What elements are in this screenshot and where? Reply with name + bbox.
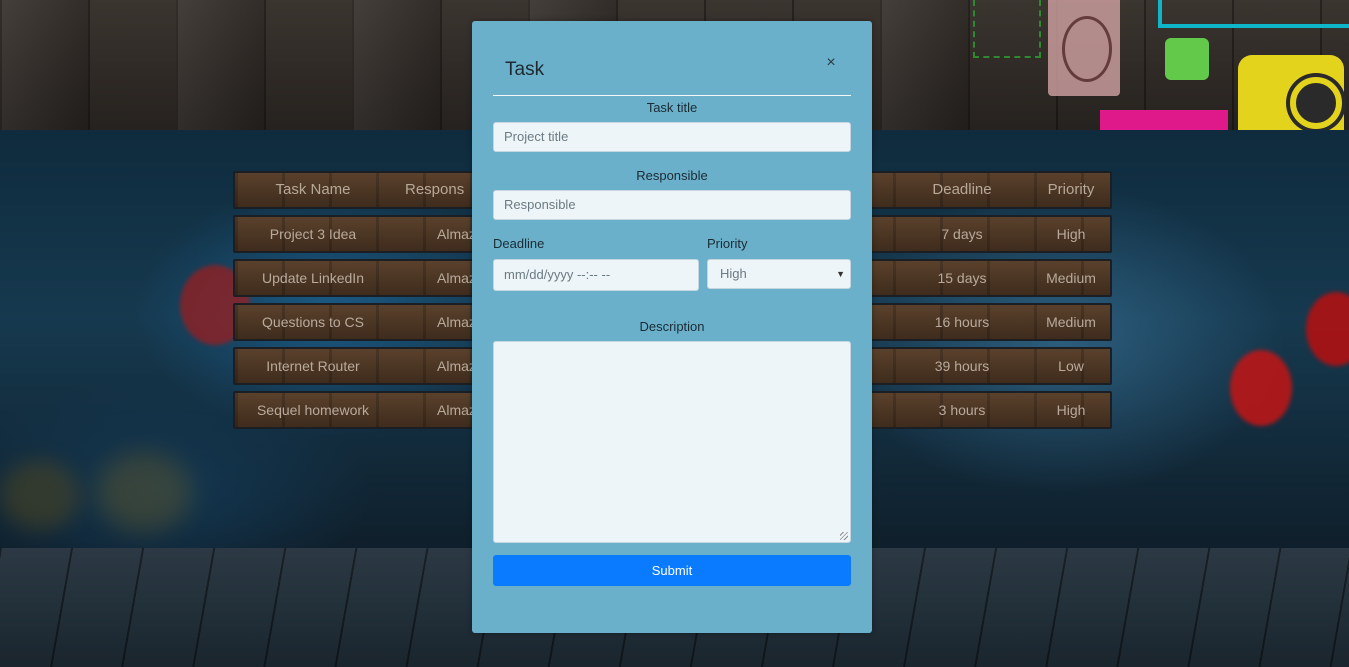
task-name-cell: Project 3 Idea [269,226,357,242]
chevron-down-icon: ▼ [836,269,845,279]
priority-cell: Low [1058,358,1084,374]
submit-button[interactable]: Submit [493,555,851,586]
close-icon[interactable]: × [824,55,838,71]
priority-select[interactable]: High ▼ [707,259,851,289]
resize-handle-icon[interactable] [840,532,848,540]
frame-decoration [973,0,1041,58]
priority-label: Priority [707,236,748,251]
deadline-cell: 16 hours [934,314,990,330]
header-divider [493,95,851,96]
task-name-cell: Questions to CS [262,314,364,330]
task-title-label: Task title [646,100,698,115]
description-textarea[interactable] [493,341,851,543]
task-title-input[interactable]: Project title [493,122,851,152]
task-name-cell: Sequel homework [256,402,370,418]
priority-selected-value: High [720,266,747,281]
deadline-cell: 3 hours [938,402,986,418]
task-name-cell: Internet Router [266,358,360,374]
task-modal: Task × Task title Project title Responsi… [472,21,872,633]
priority-cell: Medium [1046,270,1096,286]
header-priority: Priority [1047,181,1095,198]
deadline-cell: 7 days [941,226,983,242]
modal-title: Task [505,59,545,80]
deadline-cell: 15 days [937,270,987,286]
camera-decoration [1238,55,1344,130]
deadline-label: Deadline [493,236,545,251]
tile-decoration [1048,0,1120,96]
deadline-input[interactable]: mm/dd/yyyy --:-- -- [493,259,699,291]
description-label: Description [639,319,705,334]
responsible-input[interactable]: Responsible [493,190,851,220]
shelf-decoration [1158,0,1349,28]
pink-decoration [1100,110,1228,130]
priority-cell: High [1056,402,1086,418]
header-task-name: Task Name [275,181,351,198]
task-name-cell: Update LinkedIn [262,270,364,286]
phone-decoration [1165,38,1209,80]
bokeh-light [1230,350,1292,426]
responsible-label: Responsible [636,168,708,183]
deadline-cell: 39 hours [934,358,990,374]
priority-cell: Medium [1046,314,1096,330]
priority-cell: High [1056,226,1086,242]
header-deadline: Deadline [932,181,992,198]
